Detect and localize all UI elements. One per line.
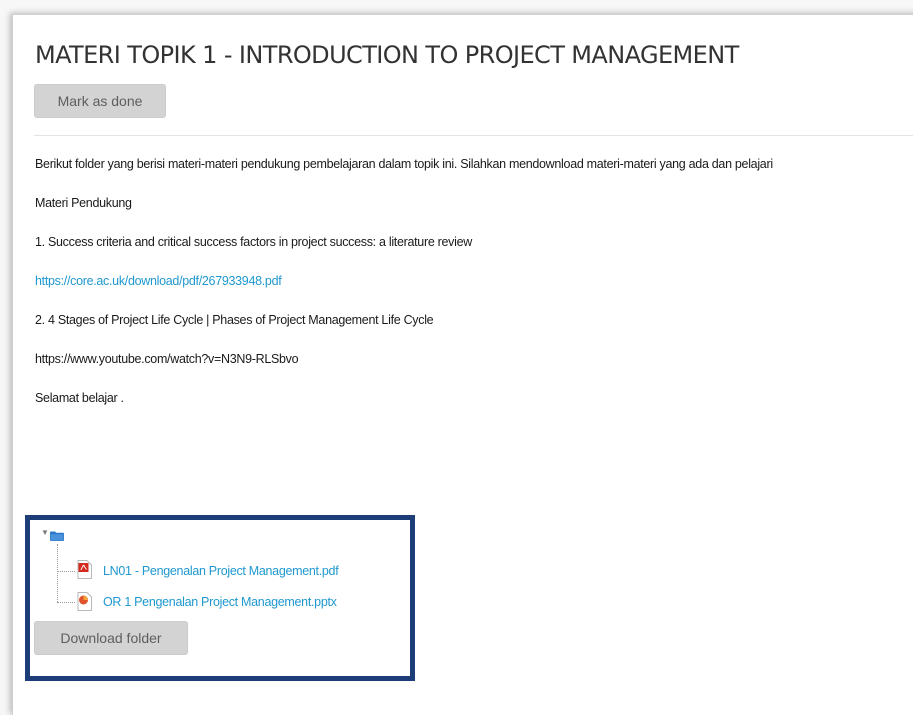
main-panel: MATERI TOPIK 1 - INTRODUCTION TO PROJECT…: [12, 14, 913, 715]
tree-line: [57, 544, 58, 602]
file-link-pptx[interactable]: OR 1 Pengenalan Project Management.pptx: [103, 595, 337, 609]
item-1-title: 1. Success criteria and critical success…: [35, 235, 472, 249]
mark-as-done-button[interactable]: Mark as done: [34, 84, 166, 118]
download-folder-button[interactable]: Download folder: [34, 621, 188, 655]
item-2-url: https://www.youtube.com/watch?v=N3N9-RLS…: [35, 352, 299, 366]
content-area: Berikut folder yang berisi materi-materi…: [35, 157, 913, 430]
divider: [34, 135, 913, 136]
item-1-link[interactable]: https://core.ac.uk/download/pdf/26793394…: [35, 274, 282, 288]
page-title: MATERI TOPIK 1 - INTRODUCTION TO PROJECT…: [35, 41, 739, 69]
tree-branch: [57, 571, 75, 572]
item-2-title: 2. 4 Stages of Project Life Cycle | Phas…: [35, 313, 434, 327]
tree-branch: [57, 602, 75, 603]
closing-text: Selamat belajar .: [35, 391, 124, 405]
triangle-down-icon[interactable]: ▼: [41, 528, 49, 537]
folder-icon[interactable]: [50, 531, 64, 541]
intro-text: Berikut folder yang berisi materi-materi…: [35, 157, 773, 171]
pdf-icon: [77, 560, 92, 579]
folder-tree-box: ▼ LN01 - Pengenalan Project Management.p…: [25, 515, 415, 681]
materials-heading: Materi Pendukung: [35, 196, 132, 210]
powerpoint-icon: [77, 592, 92, 611]
file-link-pdf[interactable]: LN01 - Pengenalan Project Management.pdf: [103, 564, 339, 578]
